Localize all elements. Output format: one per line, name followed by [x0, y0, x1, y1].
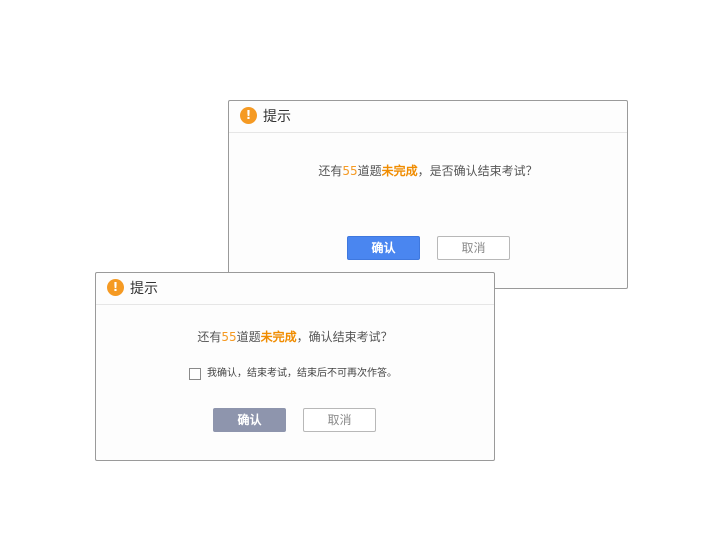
dialog-title: 提示: [130, 281, 158, 297]
dialog-message: 还有55道题未完成，确认结束考试？: [96, 329, 494, 345]
confirm-button[interactable]: 确认: [213, 408, 286, 432]
canvas: ! 提示 还有55道题未完成，是否确认结束考试？ 确认 取消 ! 提示 还有55…: [0, 0, 720, 560]
message-prefix: 还有: [318, 164, 343, 178]
end-exam-dialog: ! 提示 还有55道题未完成，是否确认结束考试？ 确认 取消: [228, 100, 628, 289]
unanswered-count: 55: [221, 330, 237, 344]
warning-icon: !: [107, 279, 124, 296]
dialog-message: 还有55道题未完成，是否确认结束考试？: [229, 163, 627, 179]
message-suffix: ，是否确认结束考试？: [417, 164, 538, 178]
message-middle: 道题: [236, 330, 261, 344]
acknowledge-checkbox[interactable]: [189, 368, 201, 380]
message-middle: 道题: [357, 164, 382, 178]
dialog-header: ! 提示: [96, 273, 494, 305]
warning-icon: !: [240, 107, 257, 124]
end-exam-checkbox-dialog: ! 提示 还有55道题未完成，确认结束考试？ 我确认，结束考试，结束后不可再次作…: [95, 272, 495, 461]
unfinished-status: 未完成: [260, 330, 297, 344]
dialog-title: 提示: [263, 109, 291, 125]
cancel-button[interactable]: 取消: [303, 408, 376, 432]
unfinished-status: 未完成: [381, 164, 418, 178]
cancel-button[interactable]: 取消: [437, 236, 510, 260]
acknowledge-label[interactable]: 我确认，结束考试，结束后不可再次作答。: [207, 367, 397, 380]
message-prefix: 还有: [197, 330, 222, 344]
dialog-header: ! 提示: [229, 101, 627, 133]
unanswered-count: 55: [342, 164, 358, 178]
message-suffix: ，确认结束考试？: [296, 330, 393, 344]
confirm-button[interactable]: 确认: [347, 236, 420, 260]
